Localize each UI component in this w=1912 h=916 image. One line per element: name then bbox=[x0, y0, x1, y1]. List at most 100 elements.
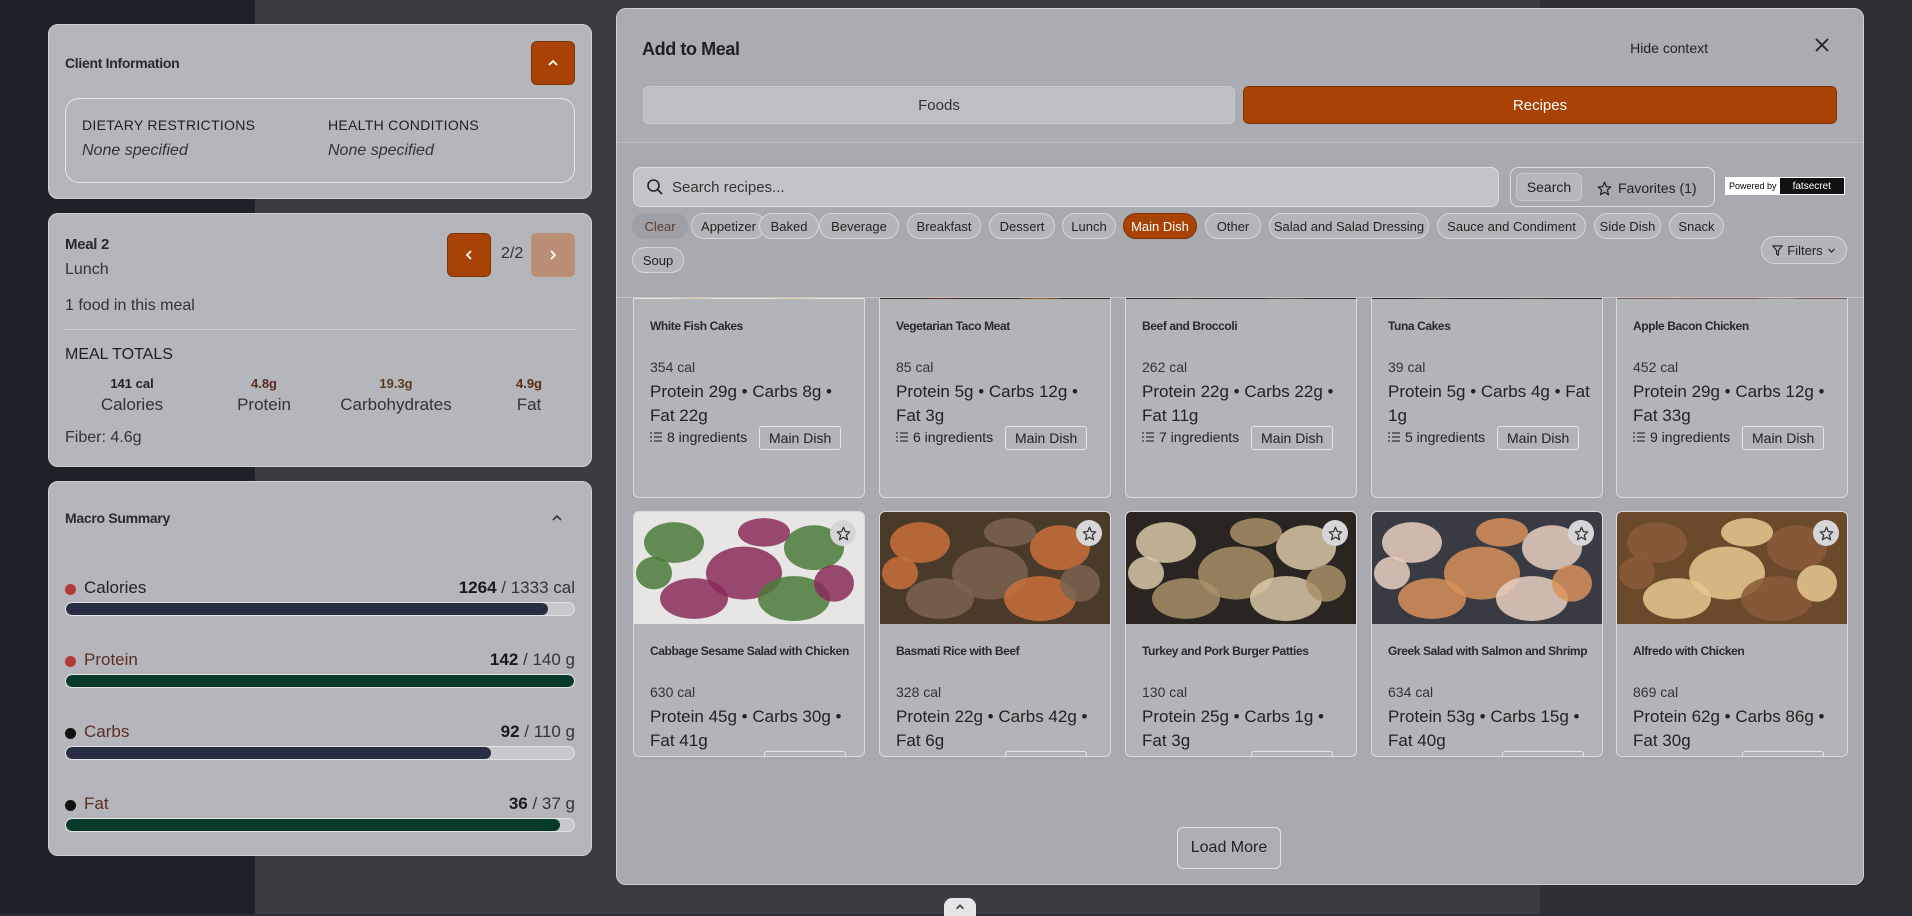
bottom-drawer-toggle[interactable] bbox=[944, 898, 976, 916]
recipe-image bbox=[1617, 298, 1847, 299]
list-icon bbox=[1388, 432, 1400, 442]
macro-name: Protein bbox=[84, 650, 138, 670]
meal-title: Meal 2 bbox=[65, 236, 109, 253]
recipe-card[interactable]: Alfredo with Chicken869 calProtein 62g •… bbox=[1616, 511, 1848, 757]
recipe-image bbox=[1372, 298, 1602, 299]
macro-name: Fat bbox=[84, 794, 109, 814]
ingredients-count: 9 ingredients bbox=[1650, 429, 1730, 445]
total-protein-value: 4.8g bbox=[209, 376, 319, 391]
macro-dot bbox=[65, 728, 76, 739]
recipe-calories: 262 cal bbox=[1142, 359, 1187, 375]
collapse-client-info-button[interactable] bbox=[531, 41, 575, 85]
recipe-title: Greek Salad with Salmon and Shrimp bbox=[1388, 644, 1587, 658]
load-more-button[interactable]: Load More bbox=[1177, 827, 1281, 869]
previous-meal-button[interactable] bbox=[447, 233, 491, 277]
close-modal-button[interactable] bbox=[1807, 30, 1837, 60]
category-chip-dessert[interactable]: Dessert bbox=[989, 213, 1055, 239]
category-chip-beverage[interactable]: Beverage bbox=[819, 213, 899, 239]
recipe-title: Basmati Rice with Beef bbox=[896, 644, 1019, 658]
tab-foods[interactable]: Foods bbox=[643, 86, 1235, 124]
modal-title: Add to Meal bbox=[642, 39, 740, 60]
next-meal-button[interactable] bbox=[531, 233, 575, 277]
ingredients-count: 8 ingredients bbox=[667, 429, 747, 445]
recipe-calories: 328 cal bbox=[896, 684, 941, 700]
tab-recipes[interactable]: Recipes bbox=[1243, 86, 1837, 124]
recipe-ingredients: 5 ingredients bbox=[1142, 754, 1239, 757]
ingredients-count: 13 ingredients bbox=[1405, 754, 1493, 757]
ingredients-count: 3 ingredients bbox=[1650, 754, 1730, 757]
favorite-star-button[interactable] bbox=[830, 520, 856, 546]
favorite-star-button[interactable] bbox=[1813, 520, 1839, 546]
dietary-restrictions-value: None specified bbox=[82, 142, 255, 160]
category-chip-salad-and-salad-dressing[interactable]: Salad and Salad Dressing bbox=[1269, 213, 1429, 239]
collapse-macro-summary-button[interactable] bbox=[545, 506, 569, 530]
recipe-calories: 354 cal bbox=[650, 359, 695, 375]
macro-value: 92 / 110 g bbox=[501, 722, 575, 742]
favorites-label: Favorites (1) bbox=[1618, 180, 1697, 196]
macro-value: 1264 / 1333 cal bbox=[459, 578, 575, 598]
category-chip-soup[interactable]: Soup bbox=[632, 247, 684, 273]
hide-context-button[interactable]: Hide context bbox=[1630, 40, 1708, 56]
category-chip-breakfast[interactable]: Breakfast bbox=[907, 213, 981, 239]
dietary-restrictions: DIETARY RESTRICTIONS None specified bbox=[82, 117, 255, 160]
macro-dot bbox=[65, 656, 76, 667]
powered-by-text: Powered by bbox=[1726, 178, 1780, 194]
recipe-category-tag: Main Dish bbox=[1502, 751, 1584, 757]
category-chip-lunch[interactable]: Lunch bbox=[1062, 213, 1116, 239]
recipe-ingredients: 13 ingredients bbox=[650, 754, 755, 757]
recipe-card[interactable]: Beef and Broccoli262 calProtein 22g • Ca… bbox=[1125, 298, 1357, 498]
macro-current: 36 bbox=[509, 794, 528, 813]
search-input[interactable] bbox=[672, 168, 1482, 206]
category-chip-side-dish[interactable]: Side Dish bbox=[1594, 213, 1661, 239]
recipe-macros: Protein 25g • Carbs 1g • Fat 3g bbox=[1142, 705, 1348, 753]
filters-button[interactable]: Filters bbox=[1761, 236, 1847, 264]
recipe-category-tag: Main Dish bbox=[1251, 751, 1333, 757]
category-chip-other[interactable]: Other bbox=[1205, 213, 1261, 239]
meal-page-indicator: 2/2 bbox=[501, 245, 523, 263]
macro-summary-card: Macro Summary Calories 1264 / 1333 cal Pro… bbox=[48, 481, 592, 856]
favorites-button[interactable]: Favorites (1) bbox=[1597, 174, 1697, 202]
ingredients-count: 5 ingredients bbox=[1159, 754, 1239, 757]
recipe-card[interactable]: Vegetarian Taco Meat85 calProtein 5g • C… bbox=[879, 298, 1111, 498]
macro-name: Calories bbox=[84, 578, 146, 598]
favorite-star-button[interactable] bbox=[1568, 520, 1594, 546]
recipe-macros: Protein 29g • Carbs 8g • Fat 22g bbox=[650, 380, 856, 428]
powered-by-fatsecret-logo: Powered by fatsecret bbox=[1725, 177, 1845, 195]
category-chip-main-dish[interactable]: Main Dish bbox=[1123, 213, 1197, 239]
recipe-ingredients: 7 ingredients bbox=[1142, 429, 1239, 445]
recipe-card[interactable]: Basmati Rice with Beef 328 cal Protein 22g… bbox=[879, 511, 1111, 757]
recipe-macros: Protein 5g • Carbs 12g • Fat 3g bbox=[896, 380, 1102, 428]
recipe-ingredients: 3 ingredients bbox=[1633, 754, 1730, 757]
recipe-category-tag: Main Dish bbox=[1742, 426, 1824, 450]
search-button[interactable]: Search bbox=[1516, 173, 1582, 201]
recipe-card[interactable]: Cabbage Sesame Salad with Chicken630 cal… bbox=[633, 511, 865, 757]
total-calories-value: 141 cal bbox=[77, 376, 187, 391]
total-calories-label: Calories bbox=[77, 395, 187, 415]
favorite-star-button[interactable] bbox=[1322, 520, 1348, 546]
favorite-star-button[interactable] bbox=[1076, 520, 1102, 546]
category-chip-clear[interactable]: Clear bbox=[632, 213, 688, 239]
recipe-card[interactable]: Tuna Cakes39 calProtein 5g • Carbs 4g • … bbox=[1371, 298, 1603, 498]
recipe-calories: 634 cal bbox=[1388, 684, 1433, 700]
macro-target: / 37 g bbox=[528, 794, 575, 813]
ingredients-count: 13 ingredients bbox=[667, 754, 755, 757]
category-chip-snack[interactable]: Snack bbox=[1669, 213, 1724, 239]
category-chip-baked[interactable]: Baked bbox=[759, 213, 819, 239]
client-information-title: Client Information bbox=[65, 55, 179, 71]
health-conditions: HEALTH CONDITIONS None specified bbox=[328, 117, 479, 160]
macro-summary-title: Macro Summary bbox=[65, 510, 170, 526]
dietary-restrictions-label: DIETARY RESTRICTIONS bbox=[82, 117, 255, 133]
recipe-macros: Protein 22g • Carbs 42g • Fat 6g bbox=[896, 705, 1102, 753]
recipe-title: White Fish Cakes bbox=[650, 319, 743, 333]
recipe-category-tag: Main Dish bbox=[1742, 751, 1824, 757]
recipe-card[interactable]: Apple Bacon Chicken452 calProtein 29g • … bbox=[1616, 298, 1848, 498]
ingredients-count: 7 ingredients bbox=[913, 754, 993, 757]
category-chip-appetizer[interactable]: Appetizer bbox=[691, 213, 766, 239]
recipe-card[interactable]: Turkey and Pork Burger Patties130 calPro… bbox=[1125, 511, 1357, 757]
recipe-ingredients: 8 ingredients bbox=[650, 429, 747, 445]
recipe-card[interactable]: Greek Salad with Salmon and Shrimp 634 ca… bbox=[1371, 511, 1603, 757]
category-chip-sauce-and-condiment[interactable]: Sauce and Condiment bbox=[1437, 213, 1586, 239]
meal-subtitle: Lunch bbox=[65, 261, 109, 279]
star-icon bbox=[1819, 526, 1834, 541]
recipe-card[interactable]: White Fish Cakes 354 cal Protein 29g • Car… bbox=[633, 298, 865, 498]
